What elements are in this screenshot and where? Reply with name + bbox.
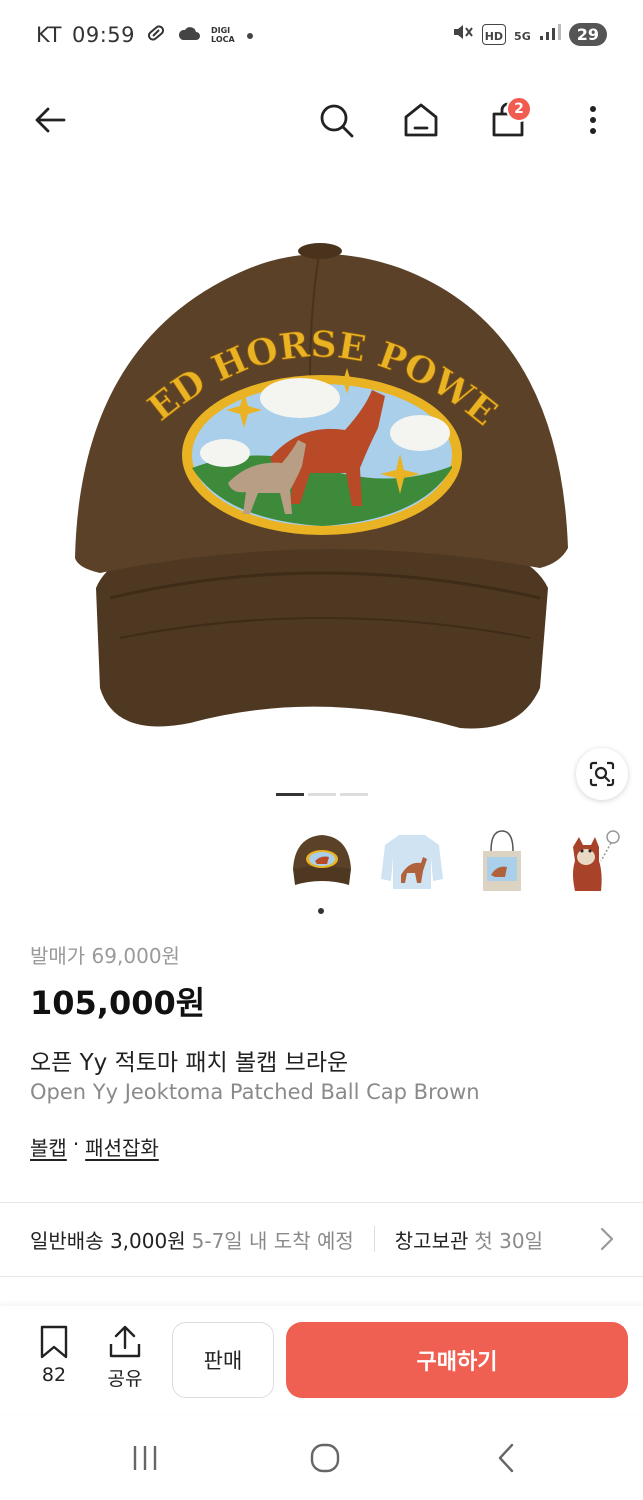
hd-label: HD: [484, 29, 504, 43]
home-system-button[interactable]: [305, 1438, 345, 1478]
bookmark-button[interactable]: 82: [24, 1324, 84, 1386]
bookmark-icon: [40, 1325, 68, 1359]
release-price: 발매가 69,000원: [30, 944, 180, 968]
cart-button[interactable]: 2: [484, 96, 532, 144]
home-button[interactable]: [397, 96, 445, 144]
thumbnail-cap[interactable]: [284, 822, 360, 902]
search-icon: [320, 104, 354, 138]
battery-indicator: 29: [568, 22, 607, 46]
cloud-icon: [177, 24, 201, 46]
5g-label: 5G: [514, 29, 531, 43]
category-breadcrumb: 볼캡 · 패션잡화: [30, 1132, 159, 1161]
current-price: 105,000원: [30, 984, 206, 1022]
pager-dot-2: [308, 793, 336, 796]
chevron-right-icon: [600, 1227, 614, 1251]
shipping-separator: [373, 1226, 375, 1252]
share-icon: [109, 1325, 141, 1358]
loca-label: LOCA: [211, 35, 235, 44]
pill-icon: [145, 22, 167, 48]
dot-icon: [245, 26, 255, 45]
mute-icon: [452, 22, 474, 46]
sell-button[interactable]: 판매: [172, 1322, 274, 1398]
bookmark-count: 82: [41, 1364, 67, 1386]
product-image[interactable]: RED HORSE POWER: [0, 135, 643, 808]
system-navigation-bar: [0, 1418, 643, 1500]
share-label: 공유: [107, 1368, 143, 1390]
storage-sub-label: 첫 30일: [474, 1228, 543, 1253]
recent-apps-icon: [133, 1446, 157, 1470]
thumbnail-selected-indicator: [318, 908, 324, 914]
hd-icon: HD: [481, 23, 507, 45]
shirt-thumbnail-image: [381, 835, 443, 889]
top-nav: 2: [0, 80, 643, 160]
divider: [0, 1276, 643, 1277]
share-button[interactable]: 공유: [95, 1324, 155, 1391]
lens-search-icon: [589, 761, 615, 787]
product-name-english: Open Yy Jeoktoma Patched Ball Cap Brown: [30, 1080, 480, 1104]
more-vertical-icon: [590, 106, 596, 134]
category-link-fashion-goods[interactable]: 패션잡화: [85, 1132, 159, 1161]
tote-bag-thumbnail-image: [483, 830, 521, 891]
home-circle-icon: [310, 1443, 340, 1473]
storage-label: 창고보관: [394, 1228, 469, 1253]
cap-image: RED HORSE POWER: [0, 135, 568, 729]
status-bar: KT 09:59 DIGI LOCA HD 5G 29: [0, 0, 643, 74]
status-right: HD 5G 29: [452, 22, 607, 46]
thumbnail-keyring[interactable]: [554, 822, 630, 902]
chevron-left-icon: [498, 1443, 514, 1473]
arrow-left-icon: [35, 107, 66, 133]
cap-thumbnail-image: [293, 835, 351, 885]
buy-button[interactable]: 구매하기: [286, 1322, 628, 1398]
product-name-korean: 오픈 Yy 적토마 패치 볼캡 브라운: [30, 1050, 349, 1076]
system-back-button[interactable]: [486, 1438, 526, 1478]
bottom-action-bar: 82 공유 판매 구매하기: [0, 1306, 643, 1414]
digi-loca-icon: DIGI LOCA: [211, 26, 235, 44]
home-icon: [404, 103, 438, 137]
clock: 09:59: [71, 23, 135, 47]
keyring-thumbnail-image: [573, 830, 620, 891]
5g-icon: 5G: [514, 25, 531, 44]
search-button[interactable]: [312, 96, 360, 144]
pager-dot-3: [340, 793, 368, 796]
digi-label: DIGI: [211, 26, 231, 35]
shipping-options-row[interactable]: 일반배송 3,000원 5-7일 내 도착 예정 창고보관 첫 30일: [0, 1205, 643, 1273]
thumbnail-tote-bag[interactable]: [464, 822, 540, 902]
standard-shipping-eta: 5-7일 내 도착 예정: [191, 1228, 354, 1253]
thumbnail-shirt[interactable]: [374, 822, 450, 902]
cart-count-badge: 2: [506, 96, 532, 122]
carrier-label: KT: [36, 23, 62, 47]
pager-dot-1: [276, 793, 304, 796]
category-separator: ·: [72, 1132, 80, 1156]
recent-apps-button[interactable]: [125, 1438, 165, 1478]
status-left: KT 09:59 DIGI LOCA: [36, 22, 255, 48]
image-pager: [276, 793, 368, 796]
back-button[interactable]: [26, 96, 74, 144]
shipping-more-button[interactable]: [596, 1225, 618, 1257]
divider: [0, 1202, 643, 1203]
category-link-ballcap[interactable]: 볼캡: [30, 1132, 67, 1161]
image-search-button[interactable]: [576, 748, 628, 800]
related-thumbnails: [284, 822, 630, 902]
more-button[interactable]: [569, 96, 617, 144]
signal-icon: [539, 23, 561, 45]
standard-shipping-label: 일반배송 3,000원: [30, 1228, 186, 1253]
